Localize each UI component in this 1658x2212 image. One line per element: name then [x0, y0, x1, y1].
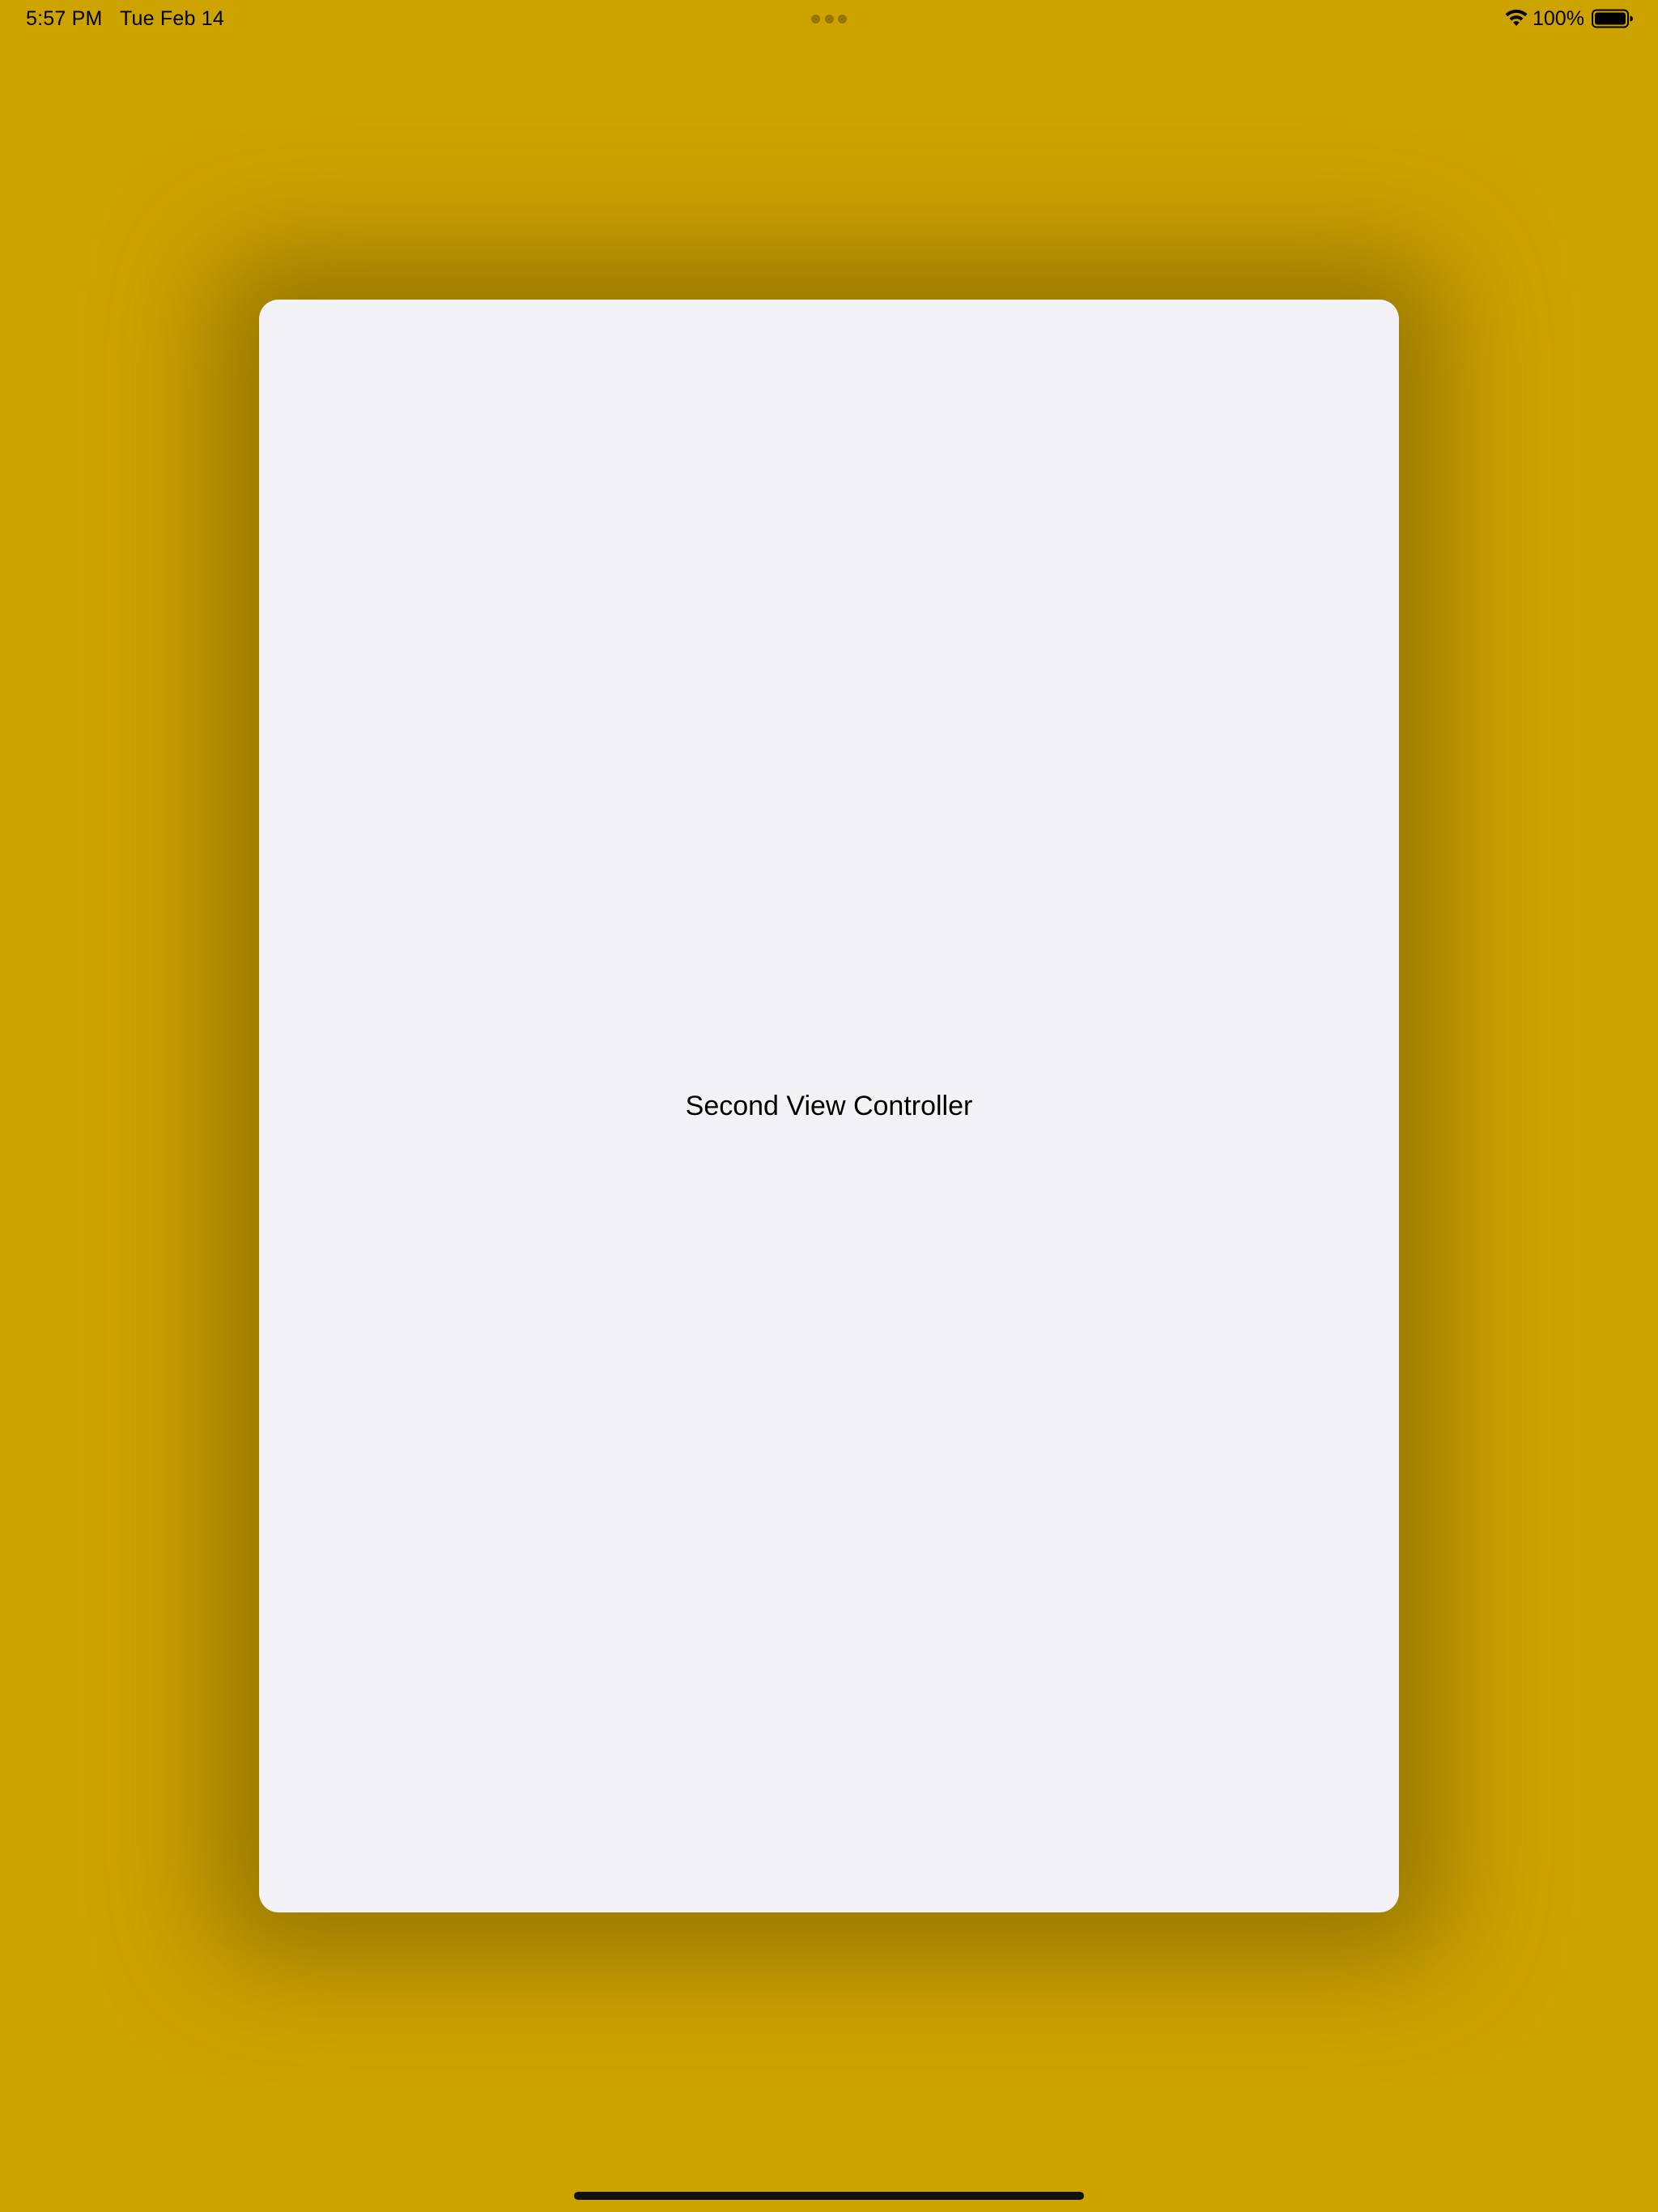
wifi-icon [1505, 9, 1528, 26]
battery-percentage: 100% [1533, 7, 1584, 30]
status-date: Tue Feb 14 [120, 7, 224, 30]
multitask-dots-icon[interactable] [811, 14, 847, 23]
status-time: 5:57 PM [26, 7, 103, 30]
multitask-dot [824, 14, 834, 23]
modal-sheet[interactable]: Second View Controller [259, 300, 1399, 1912]
status-bar: 5:57 PM Tue Feb 14 100% [0, 0, 1658, 39]
home-indicator[interactable] [574, 2192, 1084, 2200]
multitask-dot [838, 14, 847, 23]
view-controller-label: Second View Controller [685, 1091, 973, 1121]
multitask-dot [811, 14, 820, 23]
battery-icon [1592, 9, 1633, 28]
